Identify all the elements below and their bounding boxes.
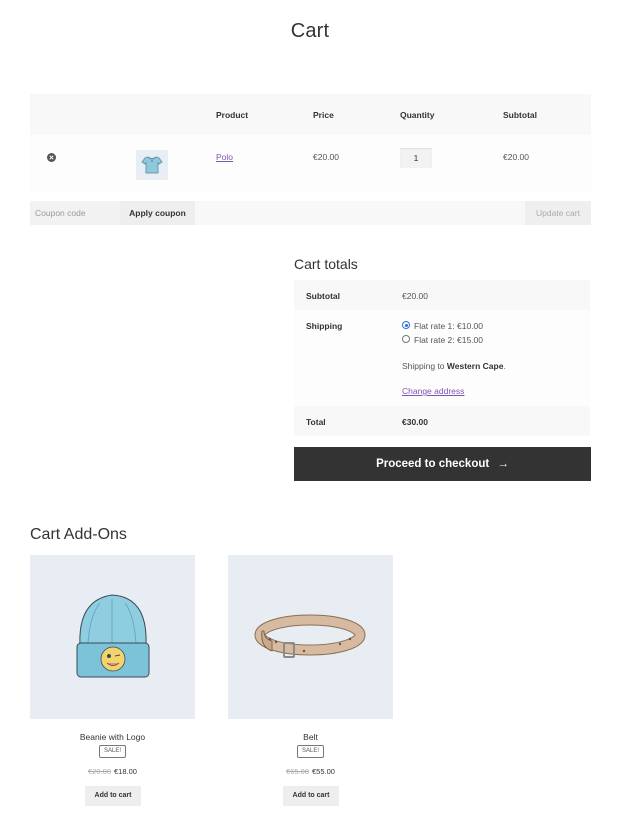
shipping-region: Western Cape (446, 361, 504, 371)
addon-product-card: Beanie with Logo Sale! €20.00 €18.00 Add … (30, 555, 195, 806)
flat-rate-2-label[interactable]: Flat rate 2: €15.00 (414, 335, 483, 345)
proceed-to-checkout-button[interactable]: Proceed to checkout → (294, 447, 591, 481)
shipping-destination: Shipping to Western Cape. (402, 361, 506, 371)
product-link-polo[interactable]: Polo (216, 152, 233, 162)
shipping-row: Shipping Flat rate 1: €10.00 Flat rate 2… (294, 310, 590, 406)
old-price: €20.00 (88, 767, 111, 776)
old-price: €65.00 (286, 767, 309, 776)
remove-item-icon[interactable] (47, 153, 56, 162)
cart-addons-title: Cart Add-Ons (30, 526, 127, 543)
total-label: Total (306, 417, 326, 427)
product-thumbnail[interactable] (136, 150, 168, 180)
coupon-row: Coupon code Apply coupon Update cart (30, 201, 591, 225)
sale-price: €18.00 (114, 767, 137, 776)
arrow-right-icon: → (497, 458, 509, 470)
cart-table: Product Price Quantity Subtotal Polo €20… (30, 94, 591, 192)
sale-badge: Sale! (297, 745, 325, 758)
sale-badge: Sale! (99, 745, 127, 758)
beanie-icon (76, 594, 150, 678)
item-price: €20.00 (313, 152, 339, 162)
cart-totals-title: Cart totals (294, 256, 358, 272)
subtotal-row: Subtotal €20.00 (294, 280, 590, 310)
item-subtotal: €20.00 (503, 152, 529, 162)
flat-rate-1-label[interactable]: Flat rate 1: €10.00 (414, 321, 483, 331)
belt-icon (254, 614, 366, 658)
subtotal-value: €20.00 (402, 291, 428, 301)
addon-product-name[interactable]: Belt (228, 732, 393, 742)
apply-coupon-button[interactable]: Apply coupon (120, 201, 195, 225)
shipping-to-prefix: Shipping to (402, 361, 447, 371)
total-row: Total €30.00 (294, 406, 590, 436)
header-price: Price (313, 110, 334, 120)
header-product: Product (216, 110, 249, 120)
header-subtotal: Subtotal (503, 110, 537, 120)
quantity-input[interactable]: 1 (400, 148, 432, 168)
change-address-link[interactable]: Change address (402, 386, 464, 396)
polo-shirt-icon (141, 156, 163, 174)
shipping-to-suffix: . (503, 361, 506, 371)
checkout-label: Proceed to checkout (376, 458, 490, 470)
update-cart-button[interactable]: Update cart (525, 201, 591, 225)
addon-product-price: €20.00 €18.00 (30, 767, 195, 776)
sale-price: €55.00 (312, 767, 335, 776)
addon-product-card: Belt Sale! €65.00 €55.00 Add to cart (228, 555, 393, 806)
coupon-code-input[interactable]: Coupon code (30, 201, 120, 225)
addon-product-price: €65.00 €55.00 (228, 767, 393, 776)
add-to-cart-button[interactable]: Add to cart (85, 786, 141, 806)
shipping-label: Shipping (306, 321, 343, 331)
cart-item-row: Polo €20.00 1 €20.00 (30, 135, 591, 192)
flat-rate-2-radio[interactable] (402, 335, 410, 343)
subtotal-label: Subtotal (306, 291, 340, 301)
total-value: €30.00 (402, 417, 428, 427)
product-image[interactable] (228, 555, 393, 719)
product-image[interactable] (30, 555, 195, 719)
page-title: Cart (290, 20, 330, 42)
addon-product-name[interactable]: Beanie with Logo (30, 732, 195, 742)
cart-totals-table: Subtotal €20.00 Shipping Flat rate 1: €1… (294, 280, 590, 436)
header-quantity: Quantity (400, 110, 435, 120)
cart-table-header: Product Price Quantity Subtotal (30, 94, 591, 135)
add-to-cart-button[interactable]: Add to cart (283, 786, 339, 806)
flat-rate-1-radio[interactable] (402, 321, 410, 329)
